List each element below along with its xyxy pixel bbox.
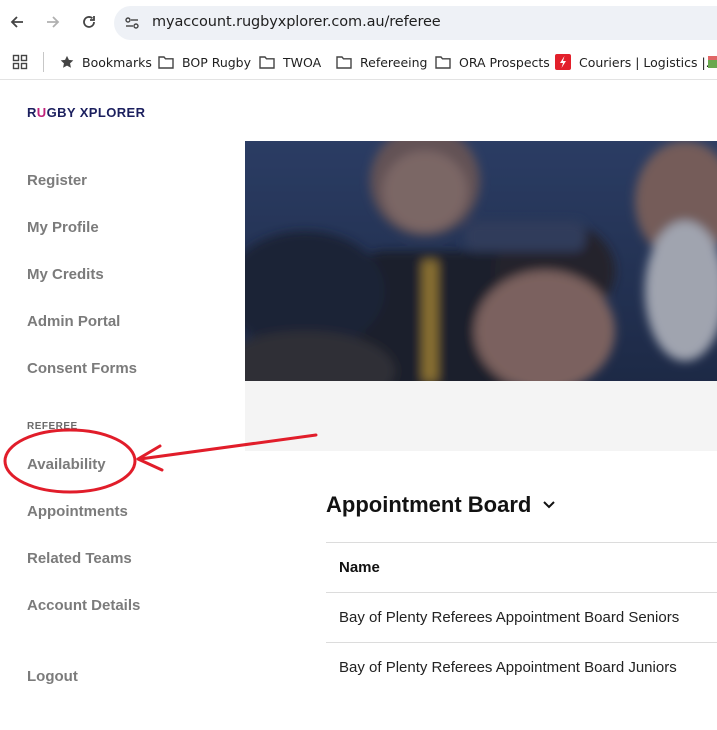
page-title: Appointment Board — [326, 492, 532, 517]
sidebar-item-my-profile[interactable]: My Profile — [27, 219, 99, 236]
site-settings-icon[interactable] — [124, 15, 140, 31]
hero-photo — [245, 141, 717, 381]
bookmark-twoa[interactable]: TWOA — [259, 53, 321, 71]
logo-text-u: U — [36, 105, 47, 120]
reload-button[interactable] — [78, 11, 100, 33]
sidebar-item-register[interactable]: Register — [27, 172, 87, 189]
hero-banner-image — [245, 141, 717, 381]
apps-button[interactable] — [12, 53, 36, 71]
bookmark-overflow[interactable] — [707, 53, 717, 71]
back-button[interactable] — [6, 11, 28, 33]
bookmark-label: Bookmarks — [82, 54, 152, 70]
bookmark-label: BOP Rugby — [182, 54, 252, 70]
chevron-down-icon — [543, 501, 556, 509]
url-text[interactable]: myaccount.rugbyxplorer.com.au/referee — [152, 14, 441, 30]
reload-icon — [83, 16, 95, 28]
apps-grid-icon — [12, 54, 28, 70]
sidebar-item-availability[interactable]: Availability — [27, 456, 106, 473]
forward-button[interactable] — [42, 11, 64, 33]
logo-text-pre: R — [27, 105, 37, 120]
table-header-name[interactable]: Name — [326, 542, 717, 592]
appointment-board-selector[interactable]: Appointment Board — [326, 492, 556, 518]
appointment-board-table: Name Bay of Plenty Referees Appointment … — [326, 542, 717, 692]
table-row[interactable]: Bay of Plenty Referees Appointment Board… — [326, 642, 717, 692]
favicon-icon — [708, 56, 717, 68]
bookmark-label: Refereeing — [360, 54, 428, 70]
table-row[interactable]: Bay of Plenty Referees Appointment Board… — [326, 592, 717, 642]
bookmark-bookmarks[interactable]: Bookmarks — [60, 53, 152, 71]
folder-icon — [158, 56, 174, 69]
bookmark-couriers[interactable]: Couriers | Logistics |... — [555, 53, 717, 71]
sidebar-item-consent-forms[interactable]: Consent Forms — [27, 360, 137, 377]
address-bar[interactable]: myaccount.rugbyxplorer.com.au/referee — [114, 6, 717, 40]
folder-icon — [259, 56, 275, 69]
sidebar-item-admin-portal[interactable]: Admin Portal — [27, 313, 120, 330]
folder-icon — [435, 56, 451, 69]
bookmark-label: Couriers | Logistics |... — [579, 54, 717, 70]
hero-lower-band — [245, 381, 717, 451]
bookmark-label: TWOA — [283, 54, 322, 70]
browser-toolbar: myaccount.rugbyxplorer.com.au/referee — [0, 0, 717, 45]
logo-text-post: GBY XPLORER — [46, 105, 146, 120]
bookmark-ora-prospects[interactable]: ORA Prospects — [435, 53, 550, 71]
bookmark-label: ORA Prospects — [459, 54, 550, 70]
sidebar-item-logout[interactable]: Logout — [27, 668, 78, 685]
bookmarks-divider — [43, 52, 44, 72]
sidebar-item-related-teams[interactable]: Related Teams — [27, 550, 132, 567]
sidebar-item-appointments[interactable]: Appointments — [27, 503, 128, 520]
sidebar-item-my-credits[interactable]: My Credits — [27, 266, 104, 283]
star-icon — [60, 55, 74, 68]
bookmarks-bar: Bookmarks BOP Rugby TWOA Refereeing ORA … — [0, 45, 717, 80]
folder-icon — [336, 56, 352, 69]
couriers-favicon-icon — [555, 54, 571, 70]
sidebar-item-account-details[interactable]: Account Details — [27, 597, 140, 614]
arrow-left-icon — [10, 16, 23, 28]
bookmark-bop-rugby[interactable]: BOP Rugby — [158, 53, 251, 71]
rugby-xplorer-logo[interactable]: RUGBY XPLORER — [27, 105, 145, 120]
annotation-arrowhead — [136, 444, 164, 472]
arrow-right-icon — [47, 16, 60, 28]
section-label-referee: REFEREE — [27, 421, 78, 432]
bookmark-refereeing[interactable]: Refereeing — [336, 53, 427, 71]
